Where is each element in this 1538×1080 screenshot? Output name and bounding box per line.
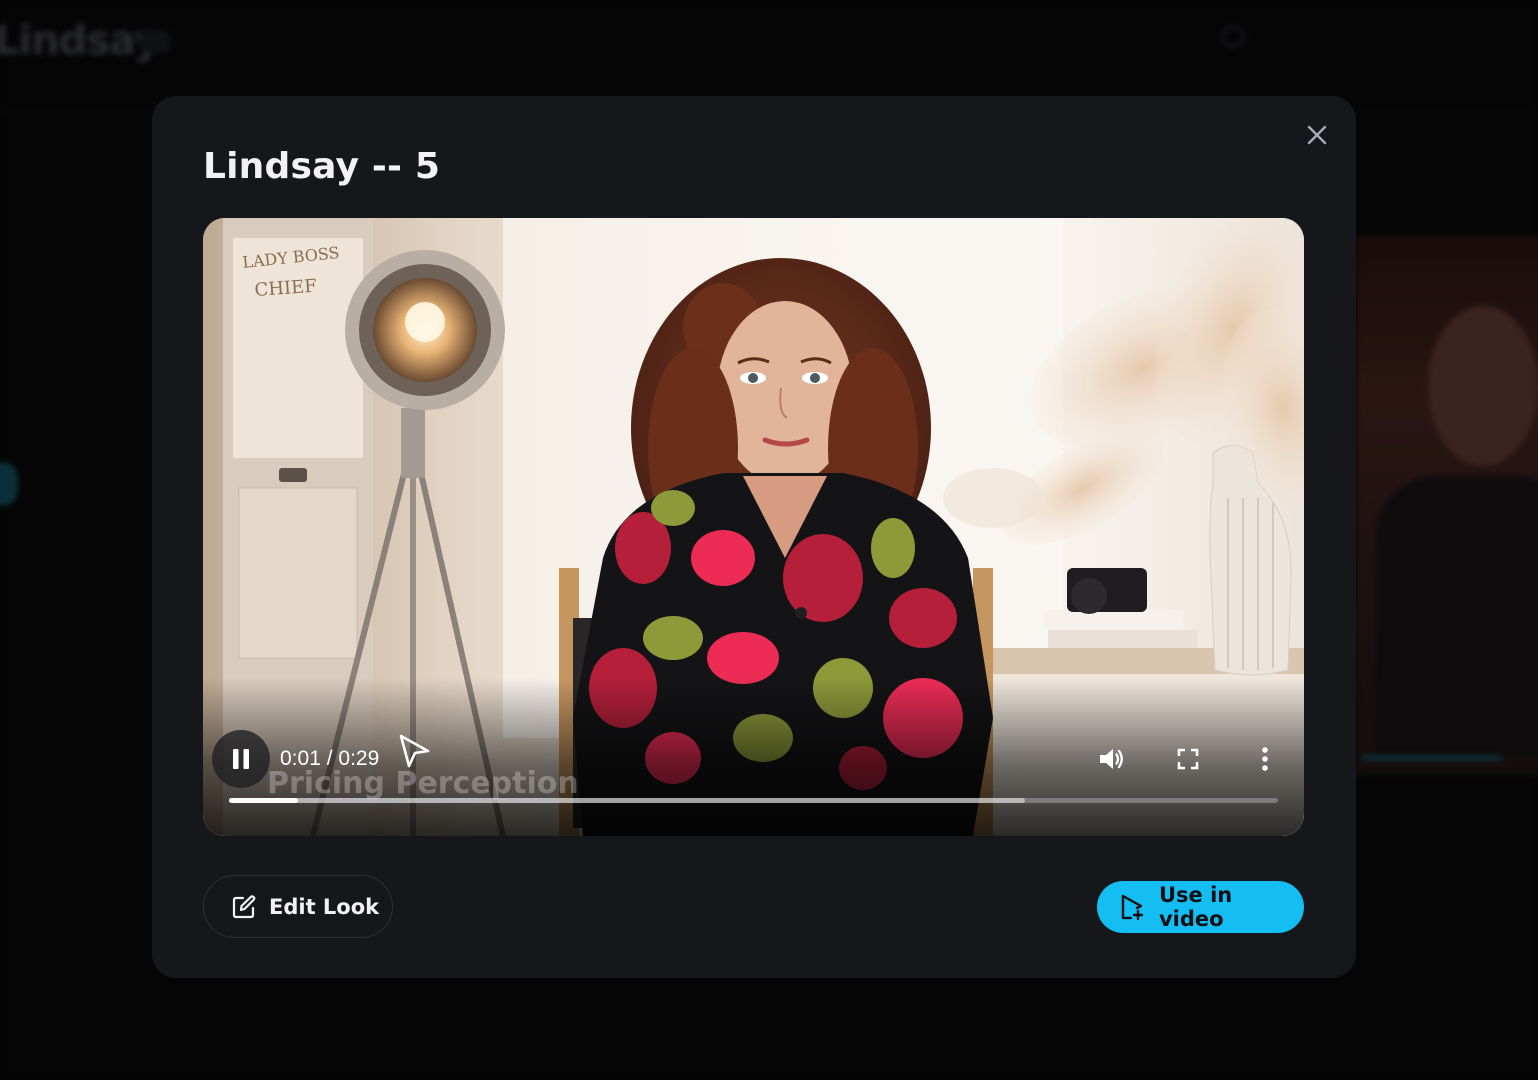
add-to-video-icon (1121, 894, 1144, 921)
background-logo: Lindsay (0, 18, 160, 64)
svg-text:CHIEF: CHIEF (254, 276, 318, 301)
fullscreen-icon (1177, 748, 1199, 770)
edit-icon (232, 894, 256, 918)
progress-bar[interactable] (229, 798, 1278, 803)
use-in-video-label: Use in video (1158, 883, 1233, 931)
background-avatar-card (1356, 236, 1538, 776)
background-badge (140, 30, 170, 52)
progress-buffered (229, 798, 1026, 803)
time-display: 0:01 / 0:29 (280, 747, 379, 771)
background-card-progress (1362, 756, 1502, 760)
background-card-body (1376, 476, 1538, 756)
background-icon (1222, 26, 1244, 49)
fullscreen-button[interactable] (1171, 742, 1205, 776)
current-time: 0:01 (280, 747, 321, 770)
background-sidebar-indicator (0, 462, 18, 506)
modal-title: Lindsay -- 5 (203, 146, 441, 187)
volume-icon (1100, 749, 1123, 769)
background-top-right (1222, 26, 1522, 56)
volume-button[interactable] (1094, 742, 1128, 776)
avatar-look-modal: Lindsay -- 5 LADY BOSS CHIEF Pricing Per… (152, 96, 1356, 978)
close-button[interactable] (1300, 118, 1334, 152)
pause-icon (233, 749, 249, 769)
edit-look-label: Edit Look (269, 894, 380, 919)
more-options-button[interactable] (1248, 742, 1282, 776)
edit-look-button[interactable]: Edit Look (203, 875, 393, 938)
more-vertical-icon (1262, 747, 1268, 771)
caption-overlay: Pricing Perception (267, 766, 579, 801)
pause-button[interactable] (212, 730, 270, 788)
video-player[interactable]: LADY BOSS CHIEF Pricing Perception 0:01 … (203, 218, 1304, 836)
mouse-cursor-icon (399, 734, 430, 768)
close-icon (1307, 125, 1327, 145)
background-card-face (1428, 306, 1538, 466)
time-separator: / (320, 747, 339, 770)
progress-played (229, 798, 299, 803)
duration: 0:29 (338, 747, 380, 770)
use-in-video-button[interactable]: Use in video (1097, 881, 1304, 933)
